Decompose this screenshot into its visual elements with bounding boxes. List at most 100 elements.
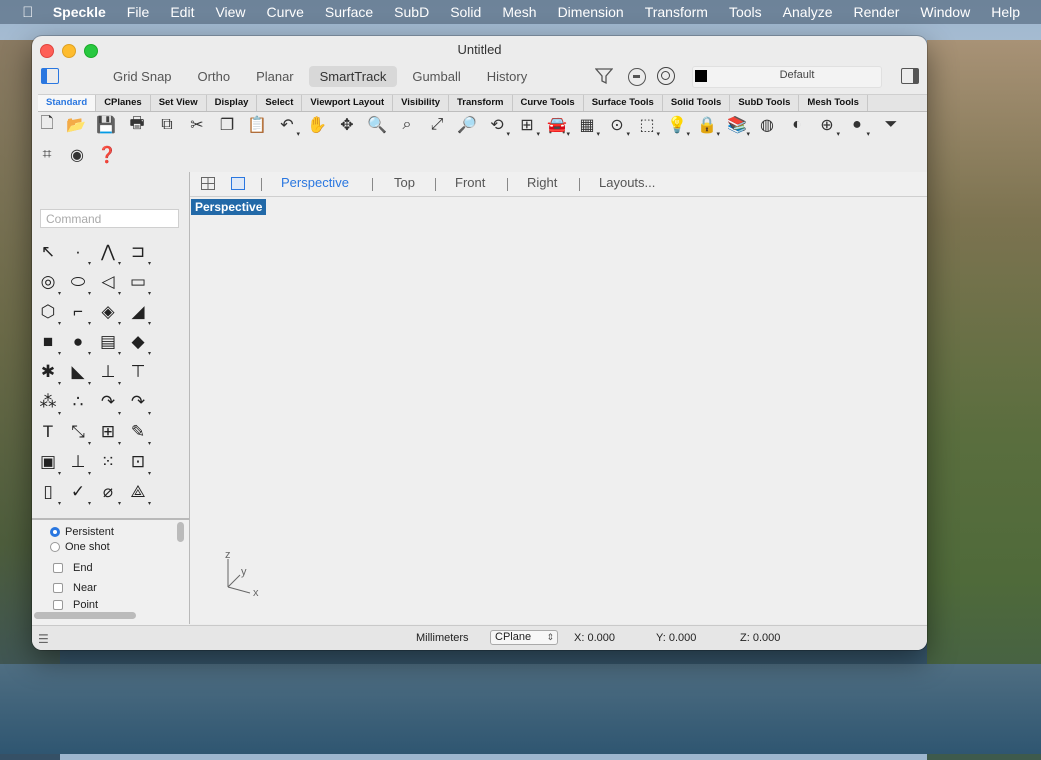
current-layer-field[interactable]: Default bbox=[692, 66, 882, 88]
menu-mesh[interactable]: Mesh bbox=[502, 4, 536, 20]
filter-icon[interactable] bbox=[595, 67, 613, 85]
viewport-layout-icon[interactable]: ⊞ ▾ bbox=[516, 114, 540, 138]
menu-window[interactable]: Window bbox=[920, 4, 970, 20]
menu-help[interactable]: Help bbox=[991, 4, 1020, 20]
tab-cplanes[interactable]: CPlanes bbox=[96, 95, 151, 111]
text-icon[interactable]: T bbox=[36, 420, 60, 444]
undo-view-icon[interactable]: ⟲ ▾ bbox=[486, 114, 510, 138]
render-tools-icon[interactable]: ⟁ ▾ bbox=[126, 480, 151, 507]
menu-solid[interactable]: Solid bbox=[450, 4, 481, 20]
boolean-diff-icon[interactable]: ⊤ bbox=[126, 360, 150, 384]
mode-gumball[interactable]: Gumball bbox=[401, 66, 471, 87]
sphere-solid-icon[interactable]: ● ▾ bbox=[66, 330, 91, 357]
edit-points-icon[interactable]: ↷ ▾ bbox=[96, 390, 121, 417]
osnap-near[interactable]: Near bbox=[53, 582, 97, 594]
tab-select[interactable]: Select bbox=[257, 95, 303, 111]
edit-pen-icon[interactable]: ✎ ▾ bbox=[126, 420, 151, 447]
grasshopper-icon[interactable]: ◉ bbox=[66, 144, 88, 166]
scale-icon[interactable]: ⤡ ▾ bbox=[66, 420, 91, 447]
cut-icon[interactable]: ✂ bbox=[186, 114, 208, 136]
menu-dimension[interactable]: Dimension bbox=[558, 4, 624, 20]
polygon-icon[interactable]: ⬡ ▾ bbox=[36, 300, 61, 327]
osnap-point[interactable]: Point bbox=[53, 600, 98, 610]
tab-display[interactable]: Display bbox=[207, 95, 258, 111]
sidebar-toggle-icon[interactable] bbox=[41, 68, 59, 84]
boolean-union-icon[interactable]: ⊥ ▾ bbox=[96, 360, 121, 387]
measure-icon[interactable]: ⌀ ▾ bbox=[96, 480, 121, 507]
osnap-persistent[interactable]: Persistent bbox=[50, 526, 114, 538]
ellipse-icon[interactable]: ⬭ ▾ bbox=[66, 270, 91, 297]
zoom-icon[interactable]: 🔍 bbox=[366, 114, 388, 136]
tab-perspective[interactable]: Perspective bbox=[281, 175, 349, 190]
tab-mesh-tools[interactable]: Mesh Tools bbox=[799, 95, 868, 111]
zoom-window-icon[interactable]: ⌕ bbox=[396, 114, 418, 136]
single-view-icon[interactable] bbox=[231, 177, 245, 190]
menu-transform[interactable]: Transform bbox=[645, 4, 708, 20]
tab-subd-tools[interactable]: SubD Tools bbox=[730, 95, 800, 111]
wireframe-sphere-icon[interactable]: ⊕ ▾ bbox=[816, 114, 840, 138]
circle-icon[interactable]: ◎ ▾ bbox=[36, 270, 61, 297]
point-icon[interactable]: · ▾ bbox=[66, 240, 91, 267]
menu-file[interactable]: File bbox=[127, 4, 150, 20]
rotate-view-icon[interactable]: ✥ bbox=[336, 114, 358, 136]
car-named-view-icon[interactable]: 🚘 ▾ bbox=[546, 114, 570, 138]
mode-history[interactable]: History bbox=[476, 66, 538, 87]
cluster-icon[interactable]: ∴ bbox=[66, 390, 90, 414]
group-icon[interactable]: ⊡ ▾ bbox=[126, 450, 151, 477]
surface-plane-icon[interactable]: ◆ ▾ bbox=[126, 330, 151, 357]
menu-edit[interactable]: Edit bbox=[170, 4, 194, 20]
new-file-icon[interactable]: 🗋 bbox=[36, 114, 58, 136]
tab-transform[interactable]: Transform bbox=[449, 95, 513, 111]
cylinder-solid-icon[interactable]: ▤ ▾ bbox=[96, 330, 121, 357]
mesh-spheres-icon[interactable]: ⁂ ▾ bbox=[36, 390, 62, 417]
mode-ortho[interactable]: Ortho bbox=[187, 66, 242, 87]
menu-tools[interactable]: Tools bbox=[729, 4, 762, 20]
tab-top[interactable]: Top bbox=[394, 175, 415, 190]
move-array-icon[interactable]: ⊞ ▾ bbox=[96, 420, 121, 447]
menu-render[interactable]: Render bbox=[853, 4, 899, 20]
osnap-target-icon[interactable] bbox=[657, 67, 675, 85]
command-input[interactable] bbox=[40, 209, 179, 228]
sweep-icon[interactable]: ◣ ▾ bbox=[66, 360, 91, 387]
panels-toggle-icon[interactable] bbox=[901, 68, 919, 84]
tab-viewport-layout[interactable]: Viewport Layout bbox=[302, 95, 394, 111]
menu-subd[interactable]: SubD bbox=[394, 4, 429, 20]
menu-view[interactable]: View bbox=[215, 4, 245, 20]
tab-solid-tools[interactable]: Solid Tools bbox=[663, 95, 731, 111]
analyze-icon[interactable]: ▯ ▾ bbox=[36, 480, 61, 507]
list-icon[interactable]: ☰ bbox=[38, 632, 49, 646]
record-history-icon[interactable] bbox=[628, 68, 646, 86]
end-checkbox[interactable] bbox=[53, 563, 63, 573]
dimension-tree-icon[interactable]: ⌗ bbox=[36, 144, 58, 166]
arc-icon[interactable]: ◁ ▾ bbox=[96, 270, 121, 297]
select-arrow-icon[interactable]: ↖ bbox=[36, 240, 60, 264]
print-icon[interactable]: 🖶 bbox=[126, 114, 148, 136]
four-view-icon[interactable] bbox=[201, 177, 215, 190]
help-icon[interactable]: ❓ bbox=[96, 144, 118, 166]
persistent-radio[interactable] bbox=[50, 527, 60, 537]
osnap-horizontal-scrollbar[interactable] bbox=[34, 612, 136, 619]
render-sphere-icon[interactable]: ● ▾ bbox=[846, 114, 870, 138]
cplane-icon[interactable]: ▦ ▾ bbox=[576, 114, 600, 138]
apple-icon[interactable]:  bbox=[21, 4, 35, 21]
near-checkbox[interactable] bbox=[53, 583, 63, 593]
tab-standard[interactable]: Standard bbox=[38, 95, 97, 111]
lock-icon[interactable]: 🔒 ▾ bbox=[696, 114, 720, 138]
perspective-viewport[interactable]: Perspective z y x bbox=[190, 197, 927, 624]
open-folder-icon[interactable]: 📂 bbox=[65, 114, 87, 136]
color-wheel-icon[interactable]: ◍ bbox=[756, 114, 778, 136]
osnap-one-shot[interactable]: One shot bbox=[50, 541, 110, 553]
check-icon[interactable]: ✓ ▾ bbox=[66, 480, 91, 507]
menu-surface[interactable]: Surface bbox=[325, 4, 373, 20]
one-shot-radio[interactable] bbox=[50, 542, 60, 552]
osnap-end[interactable]: End bbox=[53, 562, 93, 574]
menu-curve[interactable]: Curve bbox=[267, 4, 304, 20]
undo-icon[interactable]: ↶ ▾ bbox=[276, 114, 300, 138]
offset-curve-icon[interactable]: ◢ ▾ bbox=[126, 300, 151, 327]
block-icon[interactable]: ▣ ▾ bbox=[36, 450, 61, 477]
select-objects-icon[interactable]: ⬚ ▾ bbox=[636, 114, 660, 138]
display-mode-icon[interactable]: ◐ bbox=[786, 114, 808, 136]
fillet-curve-icon[interactable]: ⌐ ▾ bbox=[66, 300, 91, 327]
puzzle-icon[interactable]: ✱ ▾ bbox=[36, 360, 61, 387]
cplane-select[interactable]: CPlane bbox=[490, 630, 558, 645]
